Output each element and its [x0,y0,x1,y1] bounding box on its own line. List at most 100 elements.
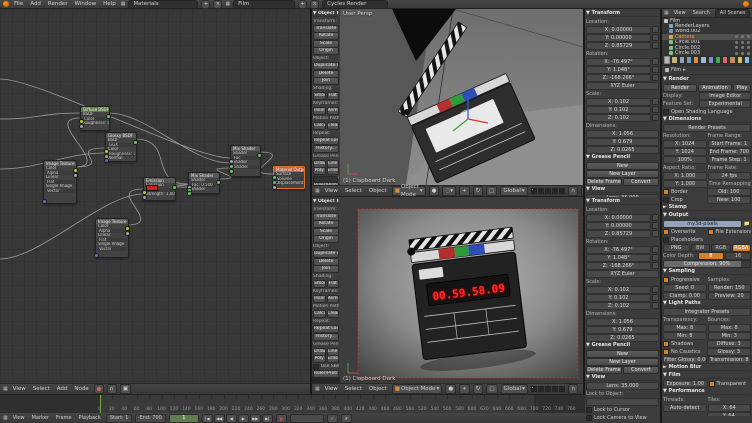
field-lens-35-000[interactable]: Lens: 35.000 [586,382,659,390]
vp-menu-view[interactable]: View [323,188,340,194]
field-clamp-0-00[interactable]: Clamp: 0.00 [663,292,707,300]
divider-node-viewport[interactable] [310,9,312,423]
field-min-3[interactable]: Min: 3 [708,332,752,340]
outliner-menu-search[interactable]: Search [691,10,712,16]
button-smooth[interactable]: Smooth [313,280,326,288]
field-y-0-102[interactable]: Y: 0.102 [586,106,651,114]
properties-tab-render-layers[interactable] [679,56,685,64]
mode-selector-2[interactable]: ■Object Mode▾ [392,384,443,394]
checkbox-shadows[interactable]: Shadows [663,341,706,347]
snap-icon[interactable]: ∩ [107,384,117,394]
lock-icon[interactable] [652,302,659,309]
button-smooth[interactable]: Smooth [313,92,326,100]
menu-add[interactable]: Add [28,1,43,7]
checkbox-overwrite[interactable]: Overwrite [663,229,707,235]
lock-icon[interactable] [652,42,659,49]
properties-tab-object[interactable] [693,56,699,64]
lock-icon[interactable] [652,214,659,221]
field-y-0-679[interactable]: Y: 0.679 [586,138,659,146]
output-socket[interactable] [106,114,111,119]
menu-help[interactable]: Help [101,1,118,7]
button-delete-frame[interactable]: Delete Frame [586,178,622,186]
add-layout-button[interactable]: + [201,0,210,9]
jump-to-end-button[interactable]: ▶| [262,414,273,423]
menu-render[interactable]: Render [46,1,70,7]
checkbox-transparent[interactable]: Transparent [709,381,752,387]
output-socket[interactable] [216,180,221,185]
field-transmission-8[interactable]: Transmission: 8 [708,356,752,364]
tl-menu-frame[interactable]: Frame [54,415,74,421]
checkbox-open-shading-language[interactable]: Open Shading Language [663,109,751,115]
selectability-icon[interactable] [741,41,744,44]
panel-header-sampling[interactable]: ▼ Sampling [663,268,751,275]
node-editor-type-icon[interactable]: ▦ [3,386,8,392]
vp-menu-object[interactable]: Object [367,188,389,194]
field-100[interactable]: 100% [663,156,707,164]
manipulator-translate-icon[interactable]: + [459,186,470,196]
field-z-168-266[interactable]: Z: -168.266° [586,74,651,82]
snap-magnet-icon-2[interactable]: ∩ [568,384,578,394]
field-y-1-000[interactable]: Y: 1.000 [663,180,708,188]
field-integrator-presets[interactable]: Integrator Presets [663,308,751,316]
field-y-0-102[interactable]: Y: 0.102 [586,294,651,302]
field-exposure-1-00[interactable]: Exposure: 1.00 [663,380,708,388]
checkbox-use-sketching-sessions[interactable]: Use Sketching Sessions [313,176,339,182]
input-socket[interactable] [272,185,277,190]
button-play[interactable]: Play [733,84,751,92]
button-new-layer[interactable]: New Layer [586,170,659,178]
properties-tab-constraints[interactable] [700,56,706,64]
panel-header-object-tools[interactable]: ▼ Object Tools [313,11,339,17]
vp2-menu-view[interactable]: View [323,386,340,392]
tl-menu-playback[interactable]: Playback [77,415,103,421]
field-z-0-0265[interactable]: Z: 0.0265 [586,334,659,342]
field-start-frame-1[interactable]: Start Frame: 1 [708,140,752,148]
layer-grid[interactable] [531,188,566,195]
checkbox-lock-camera-to-view[interactable]: Lock Camera to View [586,415,659,421]
field-y-0-00000[interactable]: Y: 0.00000 [586,222,651,230]
play-reverse-fast-button[interactable]: ◀◀ [214,414,225,423]
field-y-1024[interactable]: Y: 1024 [663,148,707,156]
render-camera-icon[interactable] [747,41,750,44]
play-button[interactable]: ▶ [238,414,249,423]
viewport-shading-selector-2[interactable]: ● [445,384,456,394]
field-image-editor[interactable]: Image Editor [699,92,751,100]
manipulator-scale-icon[interactable]: ▢ [486,186,497,196]
manipulator-translate-icon-2[interactable]: + [459,384,470,394]
vp-menu-select[interactable]: Select [343,188,364,194]
outliner-filter-selector[interactable]: All Scenes [715,9,751,18]
checkbox-lock-to-cursor[interactable]: Lock to Cursor [586,407,659,413]
auto-keyframe-record-icon[interactable]: ● [276,414,287,423]
viewport-editor-type-icon[interactable]: ▦ [315,188,320,194]
menu-file[interactable]: File [12,1,25,7]
lock-icon[interactable] [652,58,659,65]
field-filter-glossy-0-06[interactable]: Filter Glossy: 0.06 [663,356,707,364]
selectability-icon[interactable] [741,46,744,49]
field-end-frame-700[interactable]: End Frame: 700 [708,148,752,156]
color-swatch[interactable] [146,185,158,191]
field-z-0-0265[interactable]: Z: 0.0265 [586,146,659,154]
toggle-bw[interactable]: BW [691,244,711,252]
button-clear[interactable]: Clear [327,310,340,318]
button-duplicate-objects[interactable]: Duplicate Objects [313,250,339,258]
lock-icon[interactable] [652,66,659,73]
frame-end-field[interactable]: End: 700 [135,414,165,423]
node-image-texture[interactable]: Image TextureColorAlphaLinearFlatSingle … [95,218,129,258]
lock-icon[interactable] [652,246,659,253]
checkbox-crop[interactable]: Crop [663,197,706,203]
jump-to-start-button[interactable]: |◀ [202,414,213,423]
field-x-64[interactable]: X: 64 [708,404,752,412]
screen-layout-browse-icon[interactable]: ▦ [121,1,126,7]
folder-icon[interactable]: 📁 [743,221,751,227]
output-socket[interactable] [125,231,130,236]
node-mix-shader[interactable]: Mix ShaderShaderFac: 0.500Shader [188,172,220,194]
transform-orientation-selector[interactable]: Global▾ [500,186,527,196]
field-preview-20[interactable]: Preview: 20 [708,292,752,300]
panel-header-light-paths[interactable]: ▼ Light Paths [663,300,751,307]
output-socket[interactable] [172,185,177,190]
input-socket[interactable] [94,253,99,258]
field-diffuse-3[interactable]: Diffuse: 3 [707,340,752,348]
vp2-menu-select[interactable]: Select [343,386,364,392]
field-old-100[interactable]: Old: 100 [707,188,752,196]
panel-header-dimensions[interactable]: ▼ Dimensions [663,116,751,123]
material-icon[interactable] [94,384,104,394]
